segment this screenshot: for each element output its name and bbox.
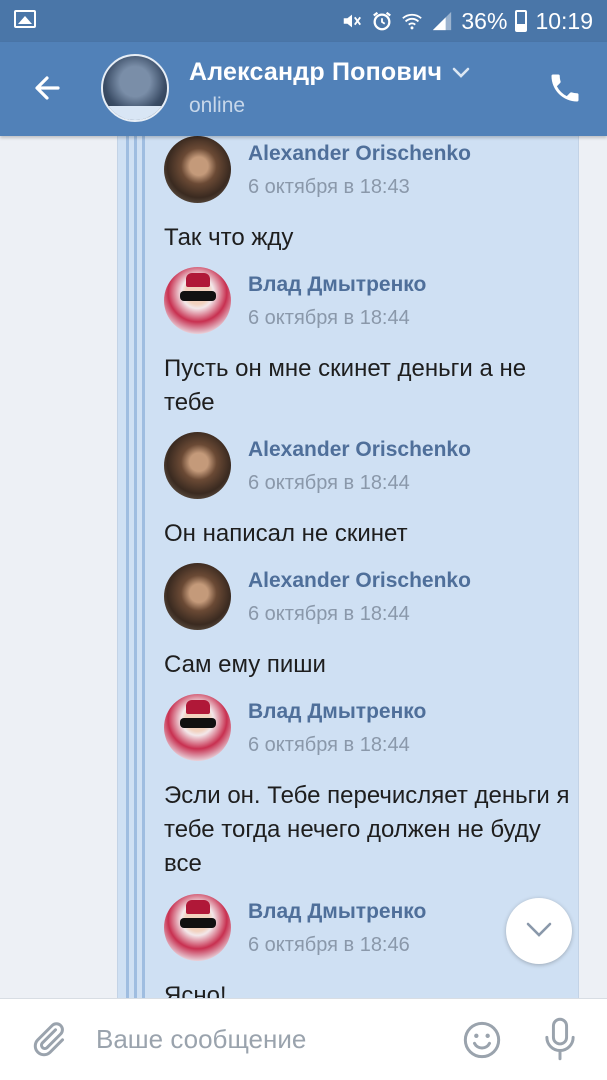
- message-date: 6 октября в 18:46: [248, 934, 410, 956]
- mic-icon[interactable]: [540, 1016, 580, 1062]
- author-name[interactable]: Alexander Orischenko: [248, 438, 471, 462]
- avatar-vlad[interactable]: [164, 267, 231, 334]
- avatar-alexander[interactable]: [164, 563, 231, 630]
- emoji-icon[interactable]: [462, 1020, 502, 1060]
- author-name[interactable]: Влад Дмытренко: [248, 900, 426, 924]
- chat-header: Александр Попович online: [0, 42, 607, 136]
- message-date: 6 октября в 18:43: [248, 176, 410, 198]
- message-date: 6 октября в 18:44: [248, 472, 410, 494]
- avatar-vlad[interactable]: [164, 694, 231, 761]
- message-text: Сам ему пиши: [164, 651, 326, 678]
- message-input[interactable]: Ваше сообщение: [96, 1024, 306, 1055]
- battery-icon: [515, 10, 528, 32]
- status-bar: 36% 10:19: [0, 0, 607, 42]
- mute-icon: [344, 14, 362, 28]
- message-text: Так что жду: [164, 224, 294, 251]
- message-date: 6 октября в 18:44: [248, 307, 410, 329]
- author-name[interactable]: Влад Дмытренко: [248, 700, 426, 724]
- quote-line: [134, 136, 137, 998]
- avatar-alexander[interactable]: [164, 432, 231, 499]
- message-text: Ясно!: [164, 982, 227, 998]
- back-arrow-icon[interactable]: [28, 68, 68, 108]
- image-icon: [14, 10, 36, 28]
- author-name[interactable]: Влад Дмытренко: [248, 273, 426, 297]
- attach-icon[interactable]: [28, 1019, 68, 1059]
- avatar-vlad[interactable]: [164, 894, 231, 961]
- message-text: Эсли он. Тебе перечисляет деньги я тебе …: [164, 782, 570, 877]
- contact-name-row[interactable]: Александр Попович: [189, 58, 470, 87]
- contact-status: online: [189, 94, 246, 117]
- contact-avatar[interactable]: [101, 54, 169, 122]
- message-text: Пусть он мне скинет деньги а не тебе: [164, 355, 527, 416]
- chevron-down-icon: [526, 922, 552, 937]
- quote-line: [142, 136, 145, 998]
- chevron-down-icon[interactable]: [452, 67, 470, 79]
- status-icons: 36% 10:19: [341, 7, 593, 35]
- signal-icon: [433, 11, 452, 31]
- alarm-icon: [373, 11, 392, 31]
- contact-name: Александр Попович: [189, 58, 443, 86]
- clock: 10:19: [535, 7, 593, 34]
- message-composer: Ваше сообщение: [0, 998, 607, 1080]
- avatar-alexander[interactable]: [164, 136, 231, 203]
- phone-icon[interactable]: [547, 70, 583, 106]
- author-name[interactable]: Alexander Orischenko: [248, 142, 471, 166]
- scroll-down-button[interactable]: [506, 898, 572, 964]
- battery-percent: 36%: [461, 7, 508, 34]
- wifi-icon: [402, 13, 423, 30]
- quote-line: [126, 136, 129, 998]
- message-date: 6 октября в 18:44: [248, 734, 410, 756]
- message-text: Он написал не скинет: [164, 520, 408, 547]
- message-date: 6 октября в 18:44: [248, 603, 410, 625]
- chat-area[interactable]: Alexander Orischenko 6 октября в 18:43 Т…: [0, 136, 607, 998]
- author-name[interactable]: Alexander Orischenko: [248, 569, 471, 593]
